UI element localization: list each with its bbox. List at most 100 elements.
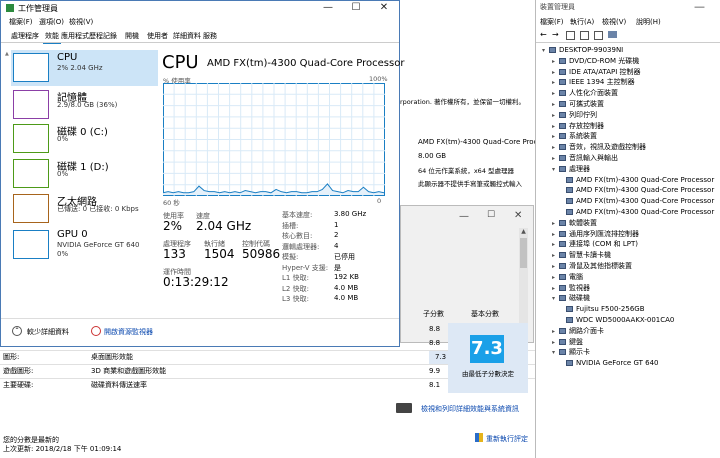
fewer-details-button[interactable]: 較少詳細資料 xyxy=(27,327,69,337)
device-tree-item[interactable]: ▸ 智慧卡讀卡機 xyxy=(550,250,611,261)
properties-icon[interactable] xyxy=(566,31,575,40)
device-tree-item[interactable]: ▸ 可攜式裝置 xyxy=(550,99,604,110)
device-label: 網路介面卡 xyxy=(569,326,604,335)
rerun-link[interactable]: 重新執行評定 xyxy=(486,434,528,444)
device-tree-item[interactable]: ▸ IEEE 1394 主控制器 xyxy=(550,77,635,88)
sidebar-item-5[interactable]: GPU 0 NVIDIA GeForce GT 640 0% xyxy=(11,227,158,263)
cpu-usage-graph xyxy=(163,83,385,196)
device-tree-item[interactable]: ▸ 通用序列匯流排控制器 xyxy=(550,229,639,240)
sidebar-item-sub: 已傳送: 0 已接收: 0 Kbps xyxy=(57,205,139,213)
help-icon[interactable] xyxy=(594,31,603,40)
sidebar-thumbnail xyxy=(13,194,49,223)
device-icon xyxy=(559,165,566,172)
detail-value: 4.0 MB xyxy=(334,294,359,302)
open-resource-monitor-link[interactable]: 開啟資源監視器 xyxy=(104,327,153,337)
device-tree-item[interactable]: ▸ 電腦 xyxy=(550,272,583,283)
scroll-up-icon[interactable]: ▲ xyxy=(519,228,528,235)
page-title: CPU xyxy=(162,52,199,73)
minimize-icon[interactable]: — xyxy=(694,0,705,13)
device-tree-item[interactable]: ▾ DESKTOP-99039NI xyxy=(540,45,623,56)
sidebar-scroll[interactable]: ▲ xyxy=(5,51,9,311)
speed-value: 2.04 GHz xyxy=(196,219,252,233)
row-desc: 3D 商業和遊戲圖形效能 xyxy=(91,367,167,375)
sidebar-item-sub: 0% xyxy=(57,135,69,143)
pen-touch-text: 此顯示器不提供手寫筆或觸控式輸入 xyxy=(418,180,522,188)
detail-value: 4 xyxy=(334,241,339,250)
device-tree-item[interactable]: ▸ 音訊輸入與輸出 xyxy=(550,153,618,164)
sidebar-item-0[interactable]: CPU 2% 2.04 GHz xyxy=(11,50,158,86)
scroll-up-icon[interactable]: ▲ xyxy=(5,51,9,57)
device-label: WDC WD5000AAKX-001CA0 xyxy=(576,316,675,324)
update-icon[interactable] xyxy=(580,31,589,40)
device-tree-item[interactable]: ▸ 鍵盤 xyxy=(550,337,583,348)
copyright-text: rporation. 著作權所有，並保留一切權利。 xyxy=(400,98,526,106)
sidebar-item-3[interactable]: 磁碟 1 (D:) 0% xyxy=(11,156,158,192)
row-score: 9.9 xyxy=(429,367,441,375)
device-label: AMD FX(tm)-4300 Quad-Core Processor xyxy=(576,175,715,184)
forward-icon[interactable]: → xyxy=(552,30,559,39)
menu-bar: 檔案(F) 執行(A) 檢視(V) 說明(H) xyxy=(540,17,720,27)
maximize-icon[interactable]: ☐ xyxy=(487,210,495,220)
device-tree-item[interactable]: ▾ 處理器 xyxy=(550,164,590,175)
device-tree-item[interactable]: ▾ 顯示卡 xyxy=(550,347,590,358)
chevron-up-icon[interactable]: ⌃ xyxy=(12,326,22,336)
device-label: 連接埠 (COM 和 LPT) xyxy=(569,240,638,249)
device-tree-item[interactable]: ▸ 系統裝置 xyxy=(550,131,597,142)
device-tree-item[interactable]: WDC WD5000AAKX-001CA0 xyxy=(566,315,674,326)
memory-text: 8.00 GB xyxy=(418,152,447,160)
device-tree-item[interactable]: ▸ 人性化介面裝置 xyxy=(550,88,618,99)
detail-value: 1 xyxy=(334,220,339,229)
row-desc: 桌面圖形效能 xyxy=(91,353,133,361)
device-tree-item[interactable]: AMD FX(tm)-4300 Quad-Core Processor xyxy=(566,196,714,207)
device-tree-item[interactable]: ▸ DVD/CD-ROM 光碟機 xyxy=(550,56,639,67)
chevron-down-icon[interactable]: ▾ xyxy=(550,348,557,359)
device-tree-item[interactable]: ▸ 連接埠 (COM 和 LPT) xyxy=(550,239,638,250)
device-icon xyxy=(559,327,566,334)
detail-key: 模擬: xyxy=(282,253,299,261)
close-icon[interactable]: ✕ xyxy=(514,210,522,221)
sidebar-item-1[interactable]: 記憶體 2.9/8.0 GB (36%) xyxy=(11,87,158,123)
cpu-details: 基本速度: 3.80 GHz 插槽: 1 核心數目: 2 邏輯處理器: 4 模擬: 已停用 Hype… xyxy=(282,210,397,310)
device-tree: ▾ DESKTOP-99039NI ▸ DVD/CD-ROM 光碟機 ▸ IDE ATA/… xyxy=(540,45,720,455)
device-label: IDE ATA/ATAPI 控制器 xyxy=(569,67,641,76)
device-tree-item[interactable]: ▸ IDE ATA/ATAPI 控制器 xyxy=(550,67,641,78)
menu-file[interactable]: 檔案(F) xyxy=(540,17,564,27)
menu-view[interactable]: 檢視(V) xyxy=(602,17,626,27)
tab-5[interactable]: 詳細資料 xyxy=(171,31,203,42)
device-label: AMD FX(tm)-4300 Quad-Core Processor xyxy=(576,197,715,206)
device-tree-item[interactable]: Fujitsu F500-256GB xyxy=(566,304,645,315)
menu-help[interactable]: 說明(H) xyxy=(636,17,661,27)
chevron-down-icon[interactable]: ▾ xyxy=(550,165,557,176)
device-tree-item[interactable]: ▸ 存放控制器 xyxy=(550,121,604,132)
chevron-down-icon[interactable]: ▾ xyxy=(540,46,547,57)
resource-monitor-icon xyxy=(91,326,101,336)
device-tree-item[interactable]: ▸ 列印佇列 xyxy=(550,110,597,121)
detail-value: 3.80 GHz xyxy=(334,210,367,218)
menu-action[interactable]: 執行(A) xyxy=(570,17,594,27)
monitor-icon[interactable] xyxy=(608,31,617,38)
detail-key: L2 快取: xyxy=(282,284,309,293)
print-details-link[interactable]: 檢視和列印詳細效能與系統資訊 xyxy=(421,404,519,414)
device-tree-item[interactable]: ▸ 網路介面卡 xyxy=(550,326,604,337)
detail-key: 插槽: xyxy=(282,221,299,230)
device-label: AMD FX(tm)-4300 Quad-Core Processor xyxy=(576,208,715,216)
tab-6[interactable]: 服務 xyxy=(201,31,219,42)
device-tree-item[interactable]: ▸ 軟體裝置 xyxy=(550,218,597,229)
device-tree-item[interactable]: ▾ 磁碟機 xyxy=(550,293,590,304)
device-tree-item[interactable]: ▸ 監視器 xyxy=(550,283,590,294)
device-tree-item[interactable]: ▸ 音效，視訊及遊戲控制器 xyxy=(550,142,646,153)
device-tree-item[interactable]: NVIDIA GeForce GT 640 xyxy=(566,358,659,369)
chevron-down-icon[interactable]: ▾ xyxy=(550,294,557,305)
device-tree-item[interactable]: AMD FX(tm)-4300 Quad-Core Processor xyxy=(566,175,714,186)
back-icon[interactable]: ← xyxy=(540,30,547,39)
device-tree-item[interactable]: AMD FX(tm)-4300 Quad-Core Processor xyxy=(566,207,714,218)
device-tree-item[interactable]: ▸ 滑鼠及其他指標裝置 xyxy=(550,261,632,272)
device-label: 列印佇列 xyxy=(569,110,597,119)
device-tree-item[interactable]: AMD FX(tm)-4300 Quad-Core Processor xyxy=(566,185,714,196)
device-icon xyxy=(559,133,566,140)
sidebar-item-4[interactable]: 乙太網路 已傳送: 0 已接收: 0 Kbps xyxy=(11,191,158,227)
sidebar-item-2[interactable]: 磁碟 0 (C:) 0% xyxy=(11,121,158,157)
scroll-thumb[interactable] xyxy=(520,238,527,268)
minimize-icon[interactable]: — xyxy=(459,211,469,222)
device-label: 處理器 xyxy=(569,164,590,173)
